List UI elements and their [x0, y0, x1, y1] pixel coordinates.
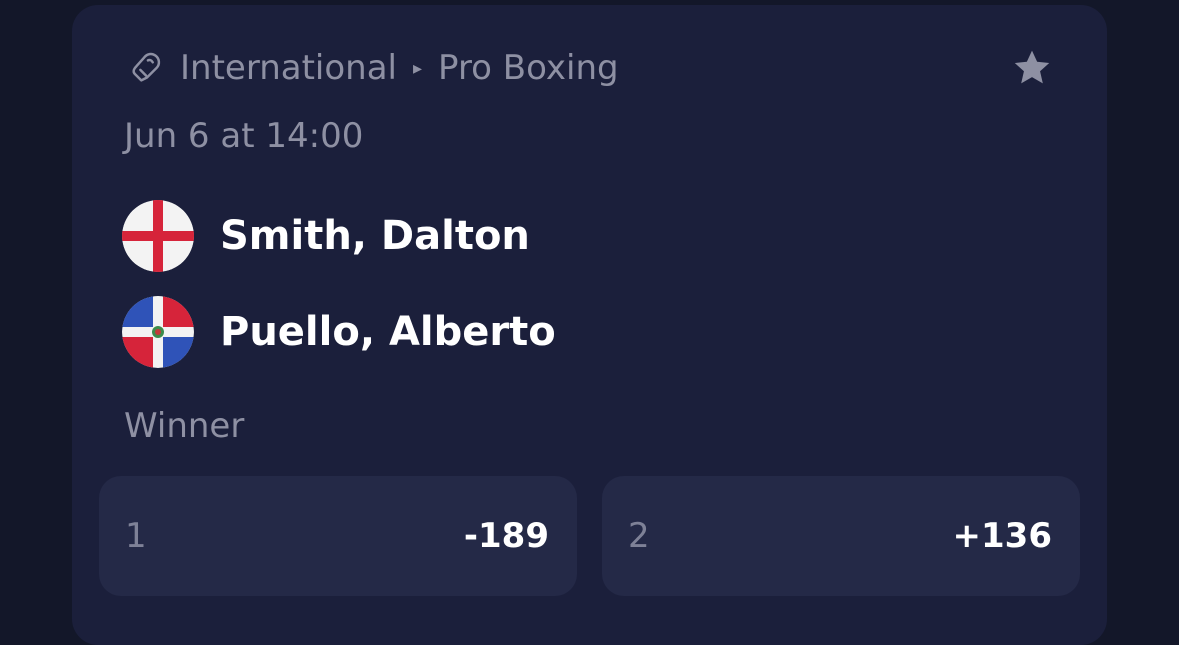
market-title: Winner [124, 406, 245, 446]
breadcrumb-separator-icon: ▸ [413, 57, 423, 79]
dominican-republic-flag-icon [122, 296, 194, 368]
competitor-row[interactable]: Puello, Alberto [122, 296, 556, 368]
odds-button-1[interactable]: 1 -189 [99, 476, 577, 596]
outcome-label: 2 [628, 516, 650, 556]
star-icon[interactable] [1010, 46, 1054, 90]
boxing-glove-icon [132, 52, 161, 82]
breadcrumb-region[interactable]: International [180, 48, 397, 88]
competitor-name: Smith, Dalton [220, 213, 530, 259]
outcome-label: 1 [125, 516, 147, 556]
odds-value: +136 [952, 516, 1052, 556]
odds-button-2[interactable]: 2 +136 [602, 476, 1080, 596]
competitor-name: Puello, Alberto [220, 309, 556, 355]
event-datetime: Jun 6 at 14:00 [124, 116, 364, 156]
odds-value: -189 [463, 516, 549, 556]
breadcrumb-league[interactable]: Pro Boxing [438, 48, 619, 88]
competitor-row[interactable]: Smith, Dalton [122, 200, 530, 272]
england-flag-icon [122, 200, 194, 272]
breadcrumb: International ▸ Pro Boxing [128, 44, 619, 92]
